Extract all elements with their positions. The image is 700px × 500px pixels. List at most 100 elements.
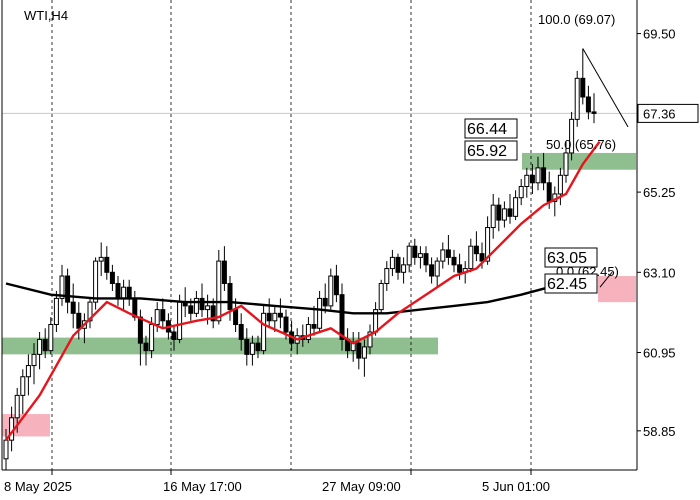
candle-body bbox=[356, 342, 362, 359]
candle-body bbox=[266, 312, 272, 322]
candle-body bbox=[20, 376, 26, 396]
candle-body bbox=[317, 297, 323, 329]
candle-body bbox=[339, 294, 345, 340]
candle-body bbox=[227, 282, 233, 311]
candle-body bbox=[406, 245, 412, 266]
candle-body bbox=[177, 301, 183, 340]
candle-body bbox=[205, 305, 211, 311]
candle-body bbox=[541, 167, 547, 184]
candle bbox=[574, 70, 580, 127]
fib-label-50: 50.0 (65.76) bbox=[546, 137, 616, 152]
candle-body bbox=[188, 305, 194, 314]
candle-body bbox=[42, 338, 48, 352]
candle-body bbox=[160, 309, 166, 322]
candle-body bbox=[70, 301, 76, 314]
boxed-level-text: 63.05 bbox=[547, 250, 587, 267]
y-tick-label: 65.25 bbox=[643, 185, 676, 200]
candle bbox=[378, 279, 384, 314]
candle bbox=[216, 249, 222, 325]
candle-body bbox=[417, 253, 423, 258]
boxed-level-2: 63.05 bbox=[544, 247, 598, 268]
candle-body bbox=[395, 256, 401, 273]
candle-body bbox=[37, 338, 43, 355]
candle-body bbox=[412, 245, 418, 258]
supply-zone-upper bbox=[598, 276, 636, 303]
candle-body bbox=[221, 260, 227, 284]
candle-body bbox=[272, 312, 278, 322]
candle-body bbox=[149, 324, 155, 352]
candle-body bbox=[261, 312, 267, 352]
candle-body bbox=[48, 324, 54, 352]
price-chart[interactable]: 100.0 (69.07)50.0 (65.76)0.0 (62.45)66.4… bbox=[0, 0, 700, 500]
candle-body bbox=[104, 256, 110, 273]
candle-body bbox=[3, 439, 9, 460]
candle-body bbox=[507, 208, 513, 217]
candle-body bbox=[423, 253, 429, 266]
candle-body bbox=[76, 312, 82, 329]
candle-body bbox=[473, 245, 479, 255]
candle-body bbox=[93, 260, 99, 303]
candle-body bbox=[137, 316, 143, 344]
y-tick-label: 58.85 bbox=[643, 424, 676, 439]
candle-body bbox=[322, 297, 328, 307]
candle-body bbox=[126, 286, 132, 299]
candle-body bbox=[244, 338, 250, 355]
candle-body bbox=[384, 268, 390, 284]
boxed-level-text: 62.45 bbox=[547, 276, 587, 293]
boxed-level-1: 65.92 bbox=[464, 140, 518, 161]
candle-body bbox=[216, 260, 222, 322]
candle-body bbox=[25, 365, 31, 378]
x-tick-label: 8 May 2025 bbox=[4, 479, 72, 494]
candle bbox=[93, 257, 99, 310]
candle-body bbox=[249, 342, 255, 355]
y-tick-label: 63.10 bbox=[643, 265, 676, 280]
candle-body bbox=[98, 256, 104, 262]
x-tick-label: 16 May 17:00 bbox=[163, 479, 242, 494]
candle-body bbox=[53, 297, 59, 326]
candle-body bbox=[109, 271, 115, 284]
candle-body bbox=[171, 331, 177, 340]
candle-body bbox=[311, 324, 317, 329]
candle-body bbox=[574, 77, 580, 120]
candle-body bbox=[501, 208, 507, 221]
y-tick-label: 69.50 bbox=[643, 27, 676, 42]
candle-body bbox=[451, 256, 457, 266]
candle-body bbox=[490, 204, 496, 229]
candle-body bbox=[440, 249, 446, 262]
candle-body bbox=[255, 342, 261, 352]
candle bbox=[261, 305, 267, 355]
candle-body bbox=[496, 204, 502, 221]
candle-body bbox=[154, 309, 160, 326]
candle-body bbox=[14, 394, 20, 419]
candle-body bbox=[233, 309, 239, 326]
candle-body bbox=[591, 111, 597, 114]
candle-body bbox=[468, 245, 474, 270]
x-tick-label: 5 Jun 01:00 bbox=[482, 479, 550, 494]
boxed-level-text: 65.92 bbox=[467, 143, 507, 160]
candle-body bbox=[513, 197, 519, 217]
candle-body bbox=[65, 275, 71, 303]
candle-body bbox=[328, 275, 334, 307]
boxed-level-3: 62.45 bbox=[544, 273, 598, 294]
candle-body bbox=[546, 182, 552, 202]
boxed-level-text: 66.44 bbox=[467, 121, 507, 138]
last-price-label: 67.36 bbox=[643, 106, 676, 121]
candle-body bbox=[524, 174, 530, 188]
symbol-label: WTI,H4 bbox=[24, 8, 68, 23]
candle-body bbox=[557, 174, 563, 195]
candle-body bbox=[518, 186, 524, 199]
demand-zone-upper bbox=[522, 152, 636, 170]
candle-body bbox=[389, 256, 395, 270]
candle-body bbox=[283, 316, 289, 333]
candle-body bbox=[401, 264, 407, 273]
candle-body bbox=[585, 96, 591, 113]
candle-body bbox=[429, 264, 435, 277]
candle-body bbox=[563, 152, 569, 176]
candle-body bbox=[457, 264, 463, 273]
y-tick-label: 60.95 bbox=[643, 346, 676, 361]
candle-body bbox=[361, 346, 367, 359]
candle-body bbox=[434, 260, 440, 277]
candle-body bbox=[115, 282, 121, 299]
candle-body bbox=[378, 282, 384, 311]
candle-body bbox=[445, 249, 451, 258]
